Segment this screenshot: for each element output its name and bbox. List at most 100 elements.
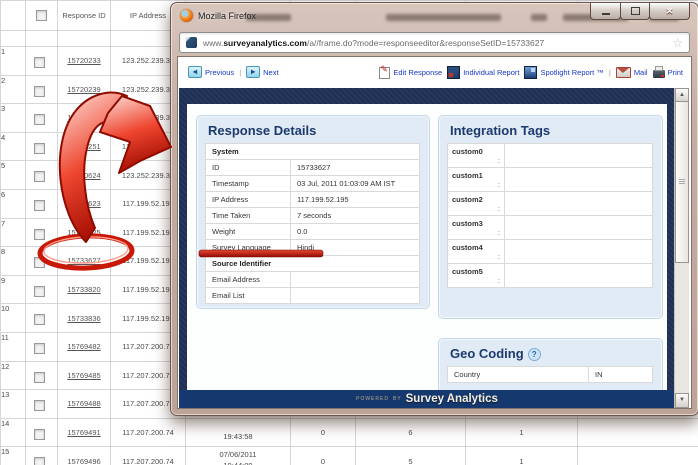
response-id-cell: 15769485 — [58, 361, 111, 390]
row-number: 4 — [1, 132, 26, 161]
response-id-link[interactable]: 15769485 — [67, 371, 100, 380]
row-number: 14 — [1, 418, 26, 447]
stat-cell: 1 — [466, 447, 578, 465]
detail-label: Email List — [206, 288, 291, 304]
detail-label: Timestamp — [206, 176, 291, 192]
edit-response-link[interactable]: ✎ Edit Response — [379, 67, 442, 79]
row-checkbox-cell — [26, 189, 58, 218]
response-id-cell: 15769488 — [58, 390, 111, 419]
row-checkbox[interactable] — [34, 200, 45, 211]
row-checkbox-cell — [26, 161, 58, 190]
individual-report-link[interactable]: Individual Report — [447, 66, 519, 79]
response-id-link[interactable]: 15769488 — [67, 399, 100, 408]
timestamp-date: 07/06/2011 — [186, 450, 290, 461]
maximize-button[interactable] — [620, 3, 650, 20]
detail-label: Survey Language — [206, 240, 291, 256]
url-field[interactable]: www.surveyanalytics.com/a//frame.do?mode… — [179, 32, 690, 53]
row-number: 8 — [1, 247, 26, 276]
custom-tag-row: custom2: — [448, 192, 653, 216]
close-button[interactable]: ✕ — [649, 3, 690, 20]
firefox-icon — [180, 9, 193, 22]
frame-content: Response Details SystemID15733627Timesta… — [187, 104, 667, 390]
custom-tag-label: custom1: — [448, 168, 505, 192]
row-checkbox[interactable] — [34, 171, 45, 182]
response-id-cell: 15720239 — [58, 75, 111, 104]
custom-tag-name: custom4 — [452, 243, 500, 252]
row-number: 2 — [1, 75, 26, 104]
scroll-down-button[interactable]: ▼ — [675, 393, 689, 408]
row-checkbox[interactable] — [34, 57, 45, 68]
stat-cell: 0 — [291, 418, 356, 447]
mail-link[interactable]: Mail — [616, 67, 648, 78]
response-details-panel: Response Details SystemID15733627Timesta… — [196, 115, 430, 309]
bookmark-star-icon[interactable]: ☆ — [672, 37, 683, 49]
separator: | — [239, 68, 241, 77]
previous-link[interactable]: ◂ Previous — [188, 66, 234, 78]
geo-coding-panel: Geo Coding? CountryIN — [438, 338, 663, 390]
stat-cell — [578, 418, 698, 447]
row-checkbox[interactable] — [34, 343, 45, 354]
row-checkbox-cell — [26, 332, 58, 361]
next-link[interactable]: ▸ Next — [246, 66, 278, 78]
row-checkbox[interactable] — [34, 314, 45, 325]
ip-address-cell: 117.207.200.74 — [111, 447, 186, 465]
select-all-checkbox[interactable] — [36, 10, 47, 21]
response-id-link[interactable]: 15733836 — [67, 314, 100, 323]
row-checkbox[interactable] — [34, 229, 45, 240]
stat-cell: 0 — [291, 447, 356, 465]
row-checkbox[interactable] — [34, 143, 45, 154]
row-checkbox-cell — [26, 218, 58, 247]
response-id-link[interactable]: 15720239 — [67, 85, 100, 94]
response-id-link[interactable]: 15769482 — [67, 342, 100, 351]
custom-tag-colon: : — [452, 228, 500, 237]
row-checkbox[interactable] — [34, 286, 45, 297]
row-number: 13 — [1, 390, 26, 419]
header-select-all — [26, 1, 58, 31]
custom-tag-value — [505, 144, 653, 168]
spotlight-report-link[interactable]: Spotlight Report ™ — [524, 66, 603, 79]
response-id-link[interactable]: 15733820 — [67, 285, 100, 294]
response-id-link[interactable]: 15728623 — [67, 199, 100, 208]
row-checkbox[interactable] — [34, 457, 45, 465]
row-checkbox[interactable] — [34, 257, 45, 268]
spotlight-report-icon — [524, 66, 537, 79]
minimize-button[interactable] — [590, 3, 621, 20]
row-checkbox-cell — [26, 418, 58, 447]
print-link[interactable]: Print — [653, 67, 683, 78]
detail-label: IP Address — [206, 192, 291, 208]
window-titlebar[interactable]: Mozilla Firefox ✕ — [171, 3, 698, 28]
integration-tags-panel: Integration Tags custom0:custom1:custom2… — [438, 115, 663, 319]
mail-icon — [616, 67, 631, 78]
scrollbar-thumb[interactable] — [675, 101, 689, 263]
individual-report-icon — [447, 66, 460, 79]
row-number: 10 — [1, 304, 26, 333]
help-icon[interactable]: ? — [528, 348, 541, 361]
section-header: Source Identifier — [206, 256, 420, 272]
table-row: 1415769491117.207.200.7419:43:58061 — [1, 418, 698, 447]
response-id-link[interactable]: 15720245 — [67, 113, 100, 122]
glass-reflection — [531, 14, 547, 21]
row-checkbox[interactable] — [34, 86, 45, 97]
response-id-link[interactable]: 15720251 — [67, 142, 100, 151]
response-id-link[interactable]: 15720233 — [67, 56, 100, 65]
custom-tag-label: custom0: — [448, 144, 505, 168]
row-checkbox[interactable] — [34, 400, 45, 411]
row-checkbox[interactable] — [34, 429, 45, 440]
custom-tag-label: custom2: — [448, 192, 505, 216]
vertical-scrollbar[interactable]: ▲ ▼ — [674, 88, 689, 408]
integration-tags-title: Integration Tags — [450, 123, 662, 138]
glass-reflection — [246, 14, 291, 21]
response-id-link[interactable]: 15720624 — [67, 171, 100, 180]
stat-cell: 6 — [356, 418, 466, 447]
response-id-link[interactable]: 15733625 — [67, 228, 100, 237]
custom-tag-name: custom5 — [452, 267, 500, 276]
response-id-link[interactable]: 15769496 — [67, 457, 100, 465]
response-id-cell: 15769491 — [58, 418, 111, 447]
response-id-link[interactable]: 15733627 — [67, 256, 100, 265]
response-id-link[interactable]: 15769491 — [67, 428, 100, 437]
custom-tag-name: custom0 — [452, 147, 500, 156]
row-checkbox-cell — [26, 390, 58, 419]
row-checkbox[interactable] — [34, 114, 45, 125]
next-arrow-icon: ▸ — [246, 66, 260, 78]
row-checkbox[interactable] — [34, 372, 45, 383]
